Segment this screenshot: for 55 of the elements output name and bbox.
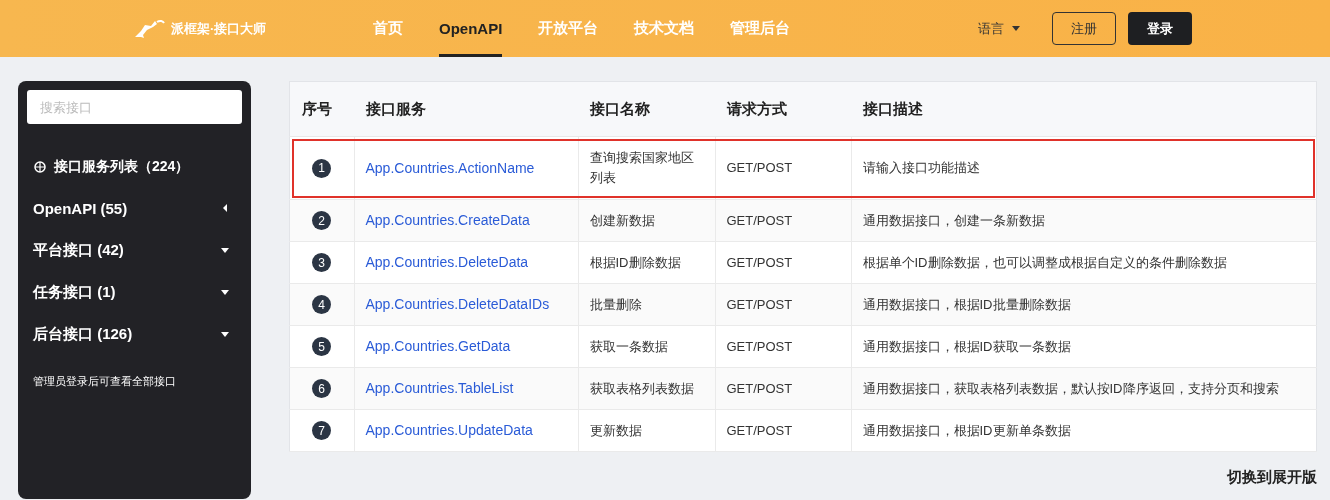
table-cell: 获取表格列表数据 [578,367,715,410]
search-field[interactable]: 搜索接口 [27,90,242,124]
sidebar-title: 接口服务列表（224） [54,158,190,176]
switch-view-link[interactable]: 切换到展开版 [1227,468,1317,487]
table-cell: GET/POST [715,325,851,368]
table-cell: GET/POST [715,367,851,410]
table-cell: 通用数据接口，根据ID更新单条数据 [851,409,1317,452]
row-number: 4 [312,295,331,314]
column-header: 接口名称 [578,81,715,137]
column-header: 接口服务 [354,81,578,137]
service-link[interactable]: App.Countries.CreateData [365,212,530,228]
globe-icon [34,161,46,173]
service-link[interactable]: App.Countries.GetData [365,338,511,354]
column-header: 接口描述 [851,81,1317,137]
table-cell: 通用数据接口，获取表格列表数据，默认按ID降序返回，支持分页和搜索 [851,367,1317,410]
service-link[interactable]: App.Countries.UpdateData [365,422,533,438]
login-button[interactable]: 登录 [1128,12,1192,45]
service-link[interactable]: App.Countries.DeleteData [365,254,529,270]
nav-tab[interactable]: OpenAPI [439,0,503,57]
caret-icon [1012,26,1020,31]
row-number: 3 [312,253,331,272]
language-dropdown[interactable]: 语言 [972,18,1026,39]
row-number: 5 [312,337,331,356]
column-header: 请求方式 [715,81,851,137]
service-link[interactable]: App.Countries.DeleteDataIDs [365,296,550,312]
admin-note: 管理员登录后可查看全部接口 [33,374,177,389]
register-button[interactable]: 注册 [1052,12,1116,45]
table-cell: 获取一条数据 [578,325,715,368]
table-cell: 通用数据接口，根据ID获取一条数据 [851,325,1317,368]
row-number: 7 [312,421,331,440]
table-cell: 请输入接口功能描述 [851,136,1317,200]
service-link[interactable]: App.Countries.TableList [365,380,514,396]
table-cell: 通用数据接口，根据ID批量删除数据 [851,283,1317,326]
sidebar-group[interactable]: 后台接口 (126) [33,324,133,344]
table-cell: 查询搜索国家地区列表 [578,136,715,200]
table-cell: GET/POST [715,199,851,242]
sidebar-group[interactable]: 平台接口 (42) [33,240,124,260]
table-cell: GET/POST [715,136,851,200]
logo-text: 派框架·接口大师 [171,19,267,38]
table-cell: GET/POST [715,283,851,326]
table-cell: GET/POST [715,241,851,284]
table-cell: 根据单个ID删除数据，也可以调整成根据自定义的条件删除数据 [851,241,1317,284]
sidebar-group[interactable]: OpenAPI (55) [33,199,128,217]
service-link[interactable]: App.Countries.ActionName [365,159,535,176]
row-number: 1 [312,158,331,178]
row-number: 6 [312,379,331,398]
table-cell: 创建新数据 [578,199,715,242]
row-number: 2 [312,211,331,230]
table-cell: 根据ID删除数据 [578,241,715,284]
sidebar-group[interactable]: 任务接口 (1) [33,282,116,302]
table-cell: GET/POST [715,409,851,452]
table-cell: 批量删除 [578,283,715,326]
table-cell: 通用数据接口，创建一条新数据 [851,199,1317,242]
table-cell: 更新数据 [578,409,715,452]
column-header: 序号 [289,81,354,137]
